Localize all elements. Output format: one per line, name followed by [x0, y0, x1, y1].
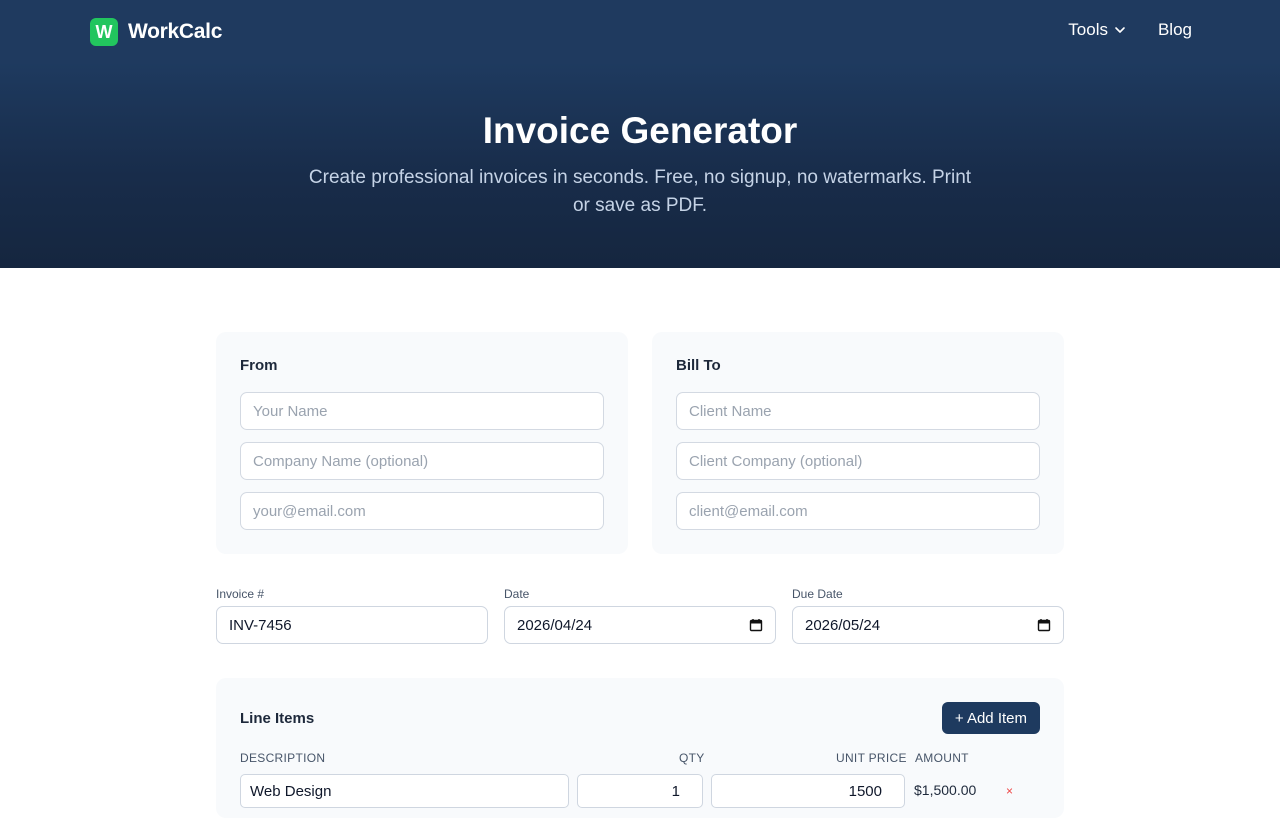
- due-date-value: 2026/05/24: [805, 616, 881, 634]
- nav-tools-dropdown[interactable]: Tools: [1068, 20, 1126, 40]
- from-title: From: [240, 357, 278, 374]
- nav-tools-label: Tools: [1068, 20, 1108, 39]
- date-label: Date: [504, 587, 530, 601]
- add-item-button[interactable]: + Add Item: [941, 702, 1040, 734]
- remove-item-icon[interactable]: ×: [1006, 784, 1013, 798]
- invoice-number-value: INV-7456: [229, 616, 292, 634]
- nav-blog-link[interactable]: Blog: [1158, 20, 1192, 40]
- column-header-unit-price: UNIT PRICE: [836, 751, 907, 765]
- invoice-number-label: Invoice #: [216, 587, 265, 601]
- main-nav: Tools Blog: [1068, 20, 1192, 40]
- invoice-number-input[interactable]: INV-7456: [216, 606, 488, 644]
- line-item-price-input[interactable]: 1500: [711, 774, 905, 808]
- client-name-input[interactable]: [676, 392, 1040, 430]
- client-company-input[interactable]: [676, 442, 1040, 480]
- top-navbar: W WorkCalc Tools Blog: [0, 0, 1280, 64]
- logo[interactable]: W WorkCalc: [90, 18, 222, 46]
- bill-to-title: Bill To: [676, 357, 721, 374]
- logo-text: WorkCalc: [128, 20, 223, 43]
- line-item-amount: $1,500.00: [914, 782, 977, 798]
- chevron-down-icon: [1115, 27, 1125, 33]
- line-item-qty: 1: [671, 782, 680, 800]
- line-items-section: Line Items + Add Item DESCRIPTION QTY UN…: [216, 678, 1064, 818]
- calendar-icon[interactable]: [1037, 618, 1051, 632]
- from-email-input[interactable]: [240, 492, 604, 530]
- logo-badge: W: [90, 18, 118, 46]
- line-item-description: Web Design: [250, 782, 332, 800]
- line-item-price: 1500: [848, 782, 882, 800]
- from-company-input[interactable]: [240, 442, 604, 480]
- due-date-label: Due Date: [792, 587, 843, 601]
- page-subtitle: Create professional invoices in seconds.…: [308, 167, 972, 216]
- page-title: Invoice Generator: [482, 110, 798, 151]
- due-date-input[interactable]: 2026/05/24: [792, 606, 1064, 644]
- column-header-description: DESCRIPTION: [240, 751, 326, 765]
- hero-banner: Invoice Generator Create professional in…: [0, 64, 1280, 268]
- line-item-description-input[interactable]: Web Design: [240, 774, 569, 808]
- date-value: 2026/04/24: [517, 616, 593, 634]
- from-name-input[interactable]: [240, 392, 604, 430]
- line-item-qty-input[interactable]: 1: [577, 774, 703, 808]
- date-input[interactable]: 2026/04/24: [504, 606, 776, 644]
- line-items-title: Line Items: [240, 710, 315, 727]
- bill-to-section: Bill To: [652, 332, 1064, 554]
- calendar-icon[interactable]: [749, 618, 763, 632]
- column-header-qty: QTY: [679, 751, 705, 765]
- client-email-input[interactable]: [676, 492, 1040, 530]
- from-section: From: [216, 332, 628, 554]
- column-header-amount: AMOUNT: [915, 751, 969, 765]
